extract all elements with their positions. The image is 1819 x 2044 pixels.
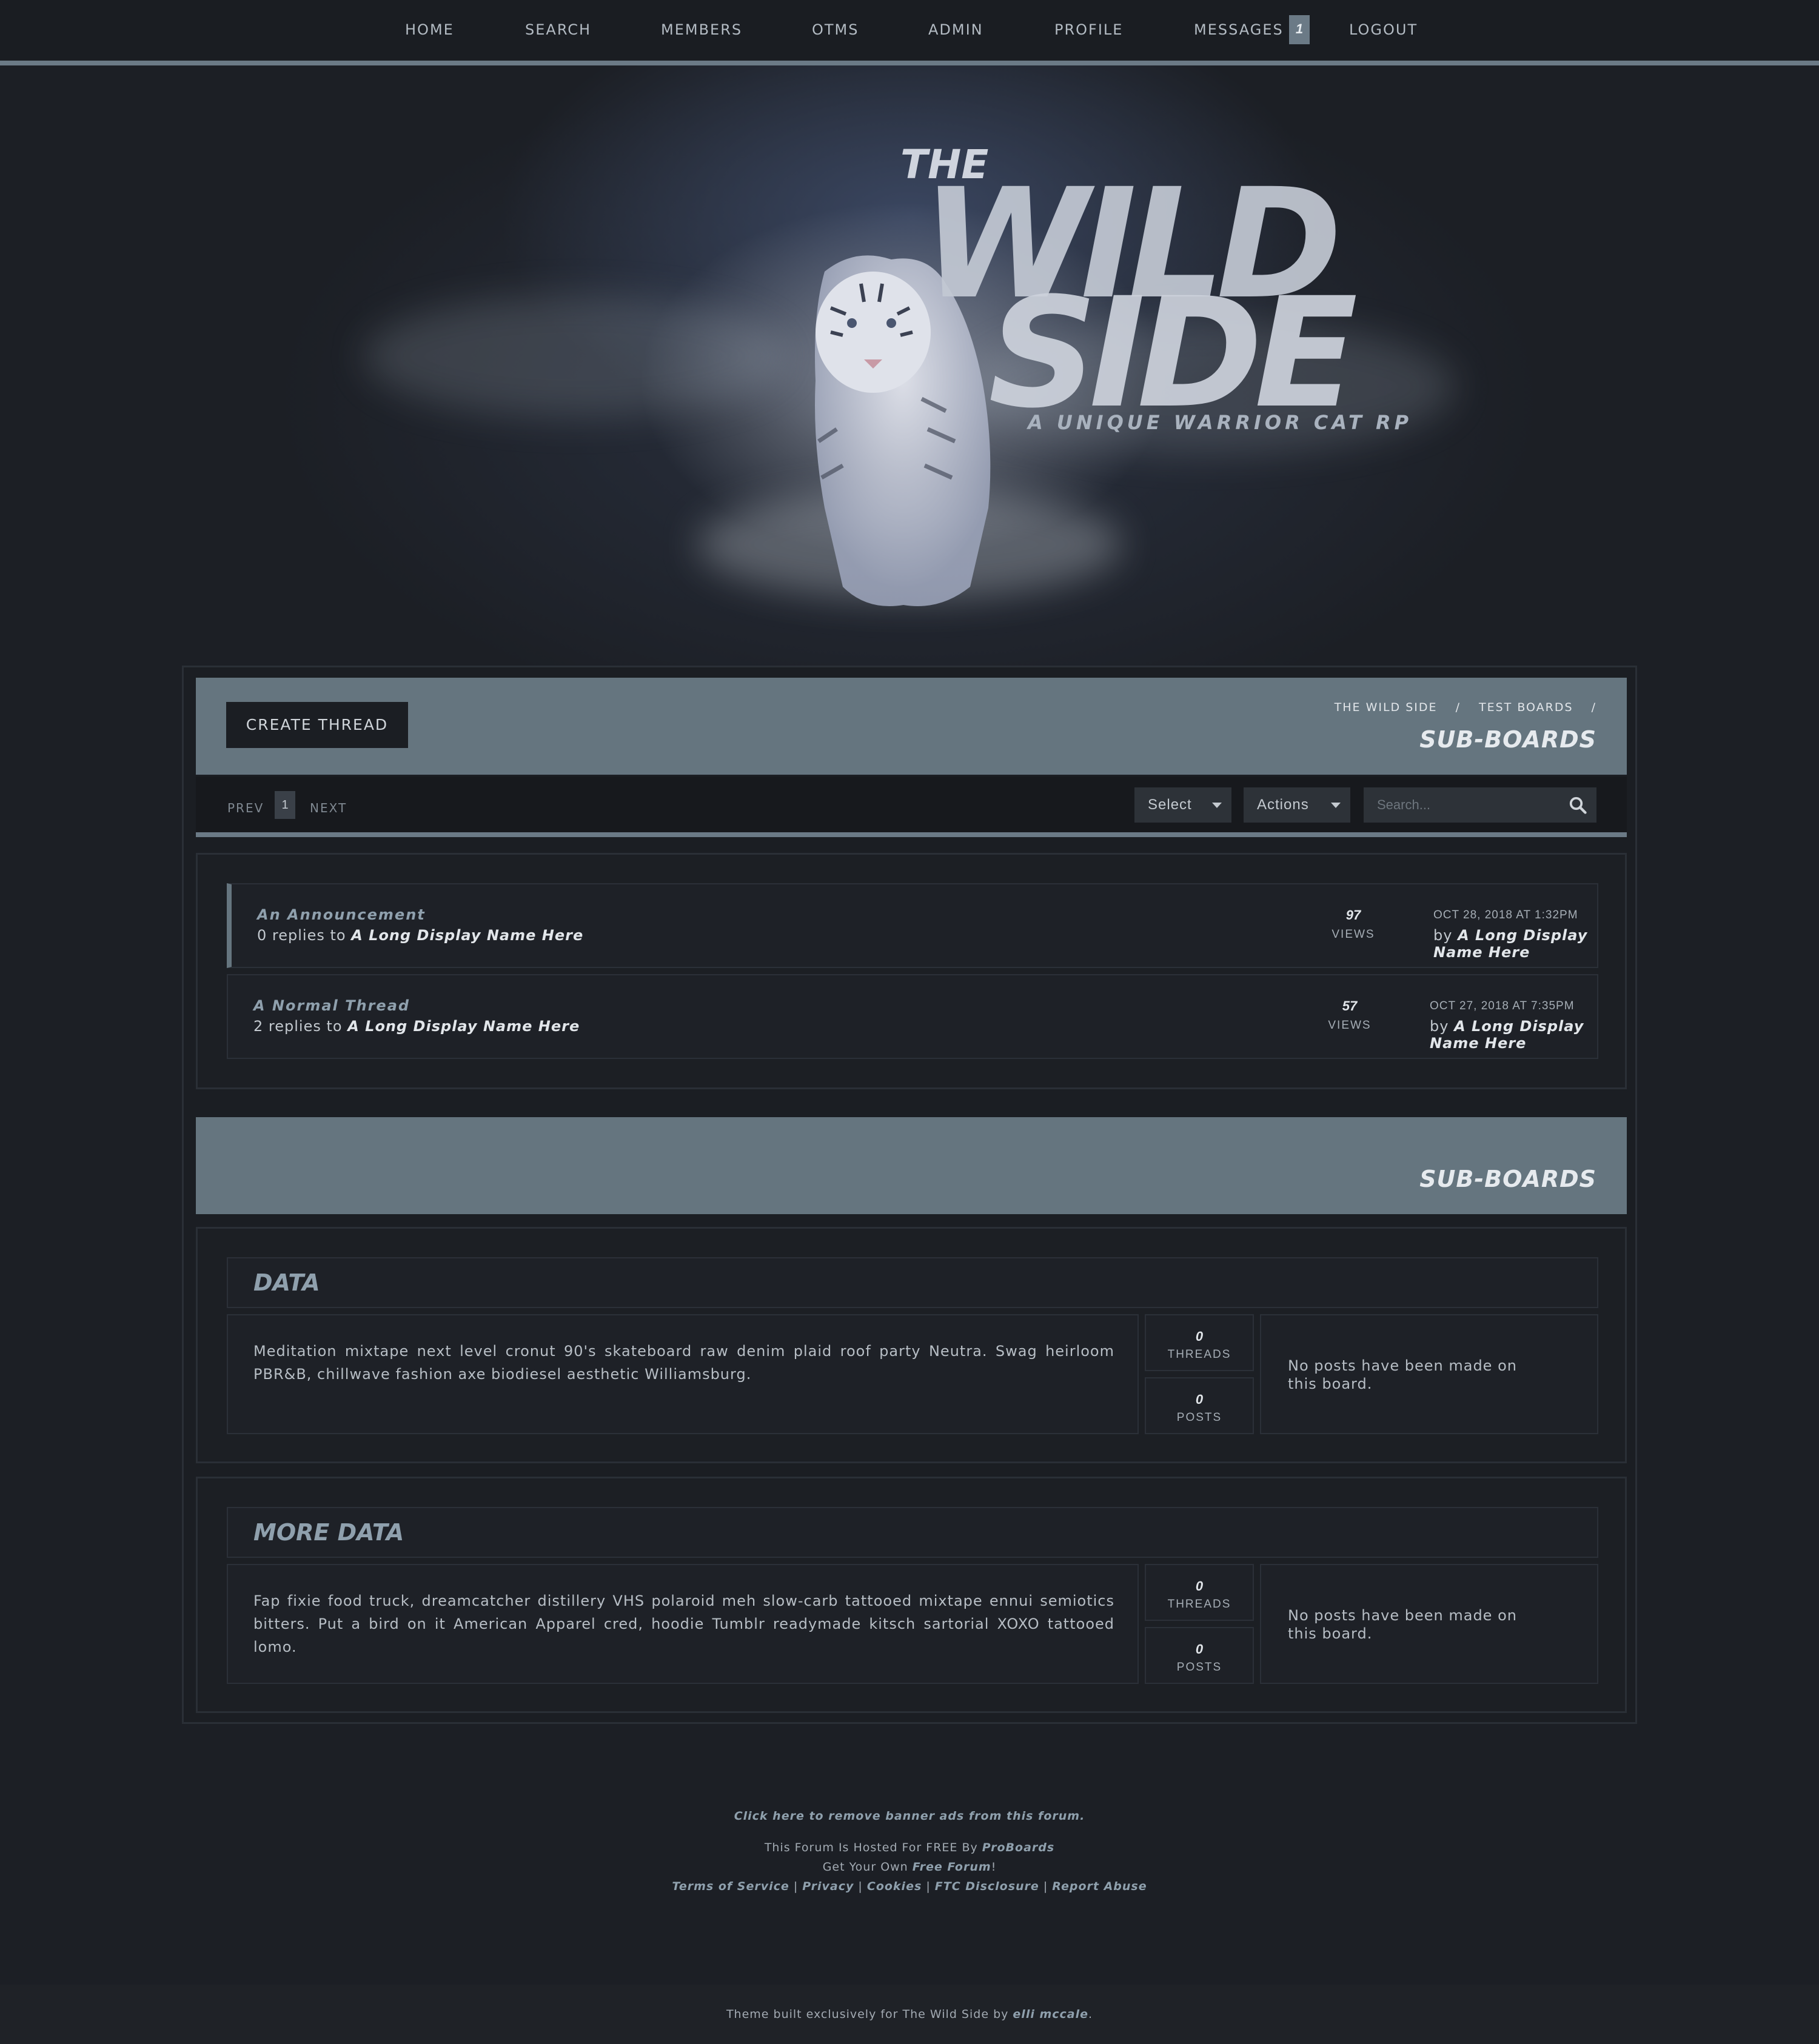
thread-title[interactable]: An Announcement (257, 906, 426, 923)
board-description-box: Meditation mixtape next level cronut 90'… (227, 1314, 1139, 1434)
board-panel: MORE DATA Fap fixie food truck, dreamcat… (196, 1477, 1627, 1713)
page-title: SUB-BOARDS (1419, 726, 1596, 753)
nav-logout[interactable]: LOGOUT (1349, 21, 1418, 42)
thread-author[interactable]: A Long Display Name Here (351, 927, 583, 944)
hosted-by-line: This Forum Is Hosted For FREE By ProBoar… (764, 1841, 1055, 1854)
remove-ads-link[interactable]: Click here to remove banner ads from thi… (0, 1806, 1819, 1826)
thread-row[interactable]: An Announcement 0 replies to A Long Disp… (227, 883, 1598, 968)
board-posts-stat: 0 POSTS (1145, 1627, 1254, 1684)
nav-admin[interactable]: ADMIN (928, 21, 983, 42)
free-forum-link[interactable]: Free Forum (913, 1860, 991, 1874)
board-posts-count: 0 (1195, 1642, 1204, 1657)
thread-views-label: VIEWS (1332, 928, 1375, 941)
board-threads-count: 0 (1195, 1329, 1204, 1344)
breadcrumb-separator: / (1591, 701, 1596, 714)
breadcrumb-test-boards[interactable]: TEST BOARDS (1479, 701, 1573, 714)
board-name[interactable]: MORE DATA (253, 1519, 404, 1546)
select-dropdown-label: Select (1148, 797, 1192, 813)
thread-controls: PREV 1 NEXT Select Actions (196, 777, 1627, 837)
logo-tagline: A UNIQUE WARRIOR CAT RP (1028, 411, 1413, 434)
create-thread-button[interactable]: CREATE THREAD (226, 702, 408, 748)
logo-side: SIDE (988, 265, 1358, 441)
thread-last-author[interactable]: A Long Display Name Here (1433, 927, 1587, 961)
thread-views-label: VIEWS (1328, 1019, 1372, 1032)
board-threads-label: THREADS (1167, 1348, 1231, 1361)
board-threads-stat: 0 THREADS (1145, 1314, 1254, 1371)
thread-meta: 0 replies to A Long Display Name Here (257, 927, 584, 944)
board-container: CREATE THREAD THE WILD SIDE / TEST BOARD… (182, 666, 1637, 1724)
nav-search[interactable]: SEARCH (525, 21, 591, 42)
thread-views-count: 57 (1342, 998, 1358, 1014)
board-description-box: Fap fixie food truck, dreamcatcher disti… (227, 1564, 1139, 1684)
board-threads-stat: 0 THREADS (1145, 1564, 1254, 1621)
legal-links: Terms of Service | Privacy | Cookies | F… (672, 1880, 1147, 1893)
threads-panel: An Announcement 0 replies to A Long Disp… (196, 853, 1627, 1089)
search-icon[interactable] (1569, 796, 1587, 814)
get-forum-line: Get Your Own Free Forum! (822, 1860, 997, 1874)
actions-dropdown[interactable]: Actions (1244, 787, 1350, 823)
privacy-link[interactable]: Privacy (802, 1880, 854, 1893)
chevron-down-icon (1331, 803, 1341, 808)
board-posts-label: POSTS (1176, 1411, 1222, 1424)
subboards-title: SUB-BOARDS (1419, 1166, 1596, 1192)
thread-last-date: OCT 28, 2018 AT 1:32PM (1433, 909, 1578, 921)
board-threads-count: 0 (1195, 1578, 1204, 1594)
theme-credit-bar: Theme built exclusively for The Wild Sid… (0, 1985, 1819, 2044)
thread-title[interactable]: A Normal Thread (253, 997, 410, 1014)
board-last-post-text: No posts have been made on this board. (1288, 1357, 1517, 1392)
nav-otms[interactable]: OTMS (812, 21, 859, 42)
board-threads-label: THREADS (1167, 1598, 1231, 1611)
board-header: CREATE THREAD THE WILD SIDE / TEST BOARD… (196, 678, 1627, 775)
board-last-post: No posts have been made on this board. (1260, 1564, 1598, 1684)
site-footer: Click here to remove banner ads from thi… (0, 1806, 1819, 1896)
thread-author[interactable]: A Long Display Name Here (347, 1018, 580, 1035)
thread-views-count: 97 (1345, 907, 1361, 923)
board-panel: DATA Meditation mixtape next level cronu… (196, 1227, 1627, 1463)
pagination-next[interactable]: NEXT (310, 801, 347, 815)
pagination-prev[interactable]: PREV (227, 801, 264, 815)
actions-dropdown-label: Actions (1257, 797, 1309, 813)
subboards-header: SUB-BOARDS (196, 1117, 1627, 1214)
thread-last-date: OCT 27, 2018 AT 7:35PM (1430, 1000, 1575, 1012)
messages-count-badge[interactable]: 1 (1289, 15, 1310, 44)
terms-link[interactable]: Terms of Service (672, 1880, 789, 1893)
report-abuse-link[interactable]: Report Abuse (1052, 1880, 1147, 1893)
board-description: Fap fixie food truck, dreamcatcher disti… (253, 1592, 1114, 1655)
thread-last-author[interactable]: A Long Display Name Here (1430, 1018, 1584, 1052)
breadcrumb-separator: / (1455, 701, 1461, 714)
board-posts-count: 0 (1195, 1392, 1204, 1407)
select-dropdown[interactable]: Select (1134, 787, 1231, 823)
search-input[interactable] (1364, 787, 1596, 823)
chevron-down-icon (1212, 803, 1222, 808)
board-description: Meditation mixtape next level cronut 90'… (253, 1343, 1114, 1383)
board-title-bar[interactable]: DATA (227, 1257, 1598, 1308)
cookies-link[interactable]: Cookies (867, 1880, 922, 1893)
nav-members[interactable]: MEMBERS (661, 21, 742, 42)
breadcrumb-home[interactable]: THE WILD SIDE (1335, 701, 1438, 714)
proboards-link[interactable]: ProBoards (982, 1841, 1054, 1854)
board-title-bar[interactable]: MORE DATA (227, 1507, 1598, 1558)
board-posts-stat: 0 POSTS (1145, 1377, 1254, 1434)
board-name[interactable]: DATA (253, 1269, 320, 1296)
thread-last-by: by A Long Display Name Here (1430, 1018, 1584, 1052)
board-last-post: No posts have been made on this board. (1260, 1314, 1598, 1434)
pagination-page[interactable]: 1 (275, 791, 295, 819)
nav-profile[interactable]: PROFILE (1054, 21, 1123, 42)
ftc-disclosure-link[interactable]: FTC Disclosure (935, 1880, 1039, 1893)
board-posts-label: POSTS (1176, 1661, 1222, 1674)
theme-author-link[interactable]: elli mccale (1013, 2008, 1088, 2021)
thread-last-by: by A Long Display Name Here (1433, 927, 1588, 961)
forum-banner[interactable]: THE WILD SIDE A UNIQUE WARRIOR CAT RP (182, 65, 1637, 666)
nav-home[interactable]: HOME (405, 21, 454, 42)
thread-row[interactable]: A Normal Thread 2 replies to A Long Disp… (227, 974, 1598, 1059)
thread-meta: 2 replies to A Long Display Name Here (253, 1018, 580, 1035)
nav-messages[interactable]: MESSAGES (1194, 21, 1284, 42)
top-navigation: HOME SEARCH MEMBERS OTMS ADMIN PROFILE M… (0, 0, 1819, 65)
board-last-post-text: No posts have been made on this board. (1288, 1607, 1517, 1642)
breadcrumb: THE WILD SIDE / TEST BOARDS / (1321, 701, 1596, 714)
banner-mist (364, 296, 788, 417)
